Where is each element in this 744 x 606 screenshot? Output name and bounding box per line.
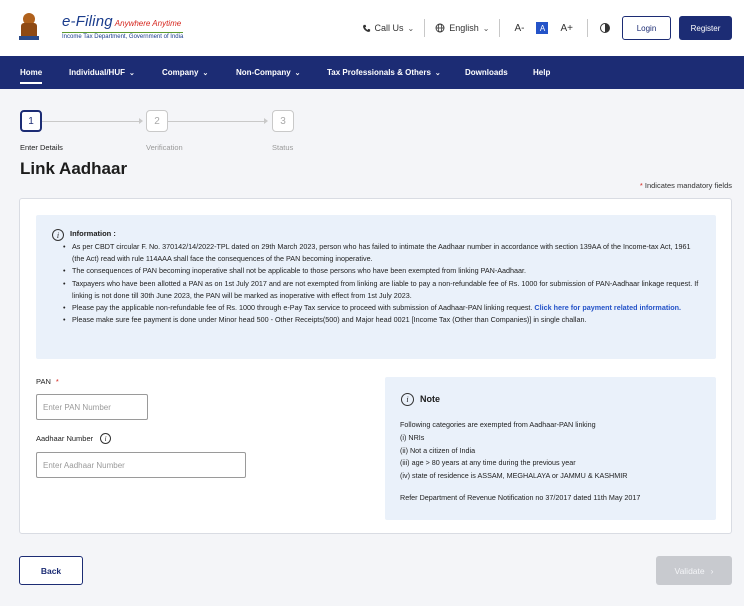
divider — [499, 19, 501, 37]
nav-company-label: Company — [162, 68, 199, 77]
note-body: Following categories are exempted from A… — [400, 419, 627, 483]
step-2-label: Verification — [146, 143, 183, 152]
logo-text: e-Filing Anywhere Anytime Income Tax Depa… — [62, 12, 184, 40]
payment-info-link[interactable]: Click here for payment related informati… — [534, 303, 681, 312]
nav-help-label: Help — [533, 68, 551, 77]
list-item: Please make sure fee payment is done und… — [63, 314, 704, 326]
divider — [587, 19, 588, 37]
aadhaar-label-text: Aadhaar Number — [36, 434, 94, 443]
information-list: As per CBDT circular F. No. 370142/14/20… — [63, 241, 704, 327]
list-item: (i) NRIs — [400, 432, 425, 442]
step-3-label: Status — [272, 143, 294, 152]
top-header: e-Filing Anywhere Anytime Income Tax Depa… — [0, 0, 744, 56]
font-default-button[interactable]: A — [536, 22, 549, 34]
note-title: Note — [420, 394, 440, 404]
pan-label-text: PAN — [36, 377, 51, 386]
step-arrow-icon — [139, 118, 143, 124]
list-item: As per CBDT circular F. No. 370142/14/20… — [63, 241, 704, 265]
nav-home-label: Home — [20, 68, 43, 77]
national-emblem-icon — [18, 11, 40, 41]
note-panel: i Note Following categories are exempted… — [385, 377, 716, 520]
logo-tagline: Anywhere Anytime — [114, 18, 182, 28]
language-label: English — [449, 23, 479, 33]
step-1-box: 1 — [20, 110, 42, 132]
chevron-down-icon: ⌄ — [434, 69, 441, 77]
chevron-right-icon: › — [710, 565, 714, 576]
nav-downloads-label: Downloads — [465, 68, 508, 77]
step-2-box: 2 — [146, 110, 168, 132]
link-aadhaar-form-card: i Information : As per CBDT circular F. … — [19, 198, 732, 534]
login-button[interactable]: Login — [622, 16, 671, 40]
list-item: Please pay the applicable non-refundable… — [63, 302, 704, 314]
nav-home[interactable]: Home — [20, 56, 43, 89]
pan-label: PAN * — [36, 377, 59, 386]
aadhaar-info-icon[interactable]: i — [100, 433, 112, 444]
chevron-down-icon: ⌄ — [294, 69, 301, 77]
step-connector — [42, 121, 140, 122]
info-icon: i — [52, 229, 64, 241]
logo-title: e-Filing — [62, 12, 113, 30]
nav-tax-professionals-label: Tax Professionals & Others — [327, 68, 431, 77]
nav-non-company-label: Non-Company — [236, 68, 291, 77]
step-3-box: 3 — [272, 110, 294, 132]
validate-button[interactable]: Validate › — [656, 556, 732, 585]
font-decrease-button[interactable]: A- — [508, 23, 530, 34]
list-item: (iii) age > 80 years at any time during … — [400, 458, 576, 468]
nav-company[interactable]: Company ⌄ — [162, 56, 208, 89]
mandatory-note-text: Indicates mandatory fields — [644, 181, 732, 190]
information-panel: i Information : As per CBDT circular F. … — [36, 215, 716, 359]
aadhaar-input[interactable] — [36, 452, 246, 478]
language-dropdown[interactable]: English ⌄ — [425, 23, 499, 33]
nav-individual-huf[interactable]: Individual/HUF ⌄ — [69, 56, 135, 89]
chevron-down-icon: ⌄ — [482, 23, 490, 33]
call-us-dropdown[interactable]: Call Us ⌄ — [352, 23, 425, 33]
list-item: The consequences of PAN becoming inopera… — [63, 265, 704, 277]
nav-individual-huf-label: Individual/HUF — [69, 68, 125, 77]
page-title: Link Aadhaar — [20, 159, 128, 178]
step-connector — [168, 121, 265, 122]
chevron-down-icon: ⌄ — [202, 69, 209, 77]
note-footer: Refer Department of Revenue Notification… — [400, 493, 641, 502]
mandatory-note: * Indicates mandatory fields — [640, 181, 732, 190]
note-intro: Following categories are exempted from A… — [400, 420, 596, 429]
contrast-icon[interactable] — [600, 23, 610, 33]
list-item-text: Please pay the applicable non-refundable… — [72, 303, 533, 313]
required-star: * — [55, 377, 59, 386]
aadhaar-label: Aadhaar Number i — [36, 433, 112, 444]
pan-input[interactable] — [36, 394, 148, 420]
chevron-down-icon: ⌄ — [407, 23, 415, 33]
list-item: Taxpayers who have been allotted a PAN a… — [63, 278, 704, 302]
logo-subtitle: Income Tax Department, Government of Ind… — [62, 31, 184, 40]
nav-help[interactable]: Help — [533, 56, 550, 89]
call-us-label: Call Us — [374, 23, 404, 33]
main-navigation: Home Individual/HUF ⌄ Company ⌄ Non-Compan… — [0, 56, 744, 89]
nav-downloads[interactable]: Downloads — [465, 56, 508, 89]
nav-non-company[interactable]: Non-Company ⌄ — [236, 56, 301, 89]
nav-tax-professionals[interactable]: Tax Professionals & Others ⌄ — [327, 56, 441, 89]
header-utilities: Call Us ⌄ English ⌄ A- A A+ Login Regist… — [352, 16, 732, 40]
list-item: (ii) Not a citizen of India — [400, 445, 476, 455]
font-increase-button[interactable]: A+ — [554, 23, 579, 34]
step-1-label: Enter Details — [20, 143, 63, 152]
required-star: * — [639, 181, 643, 190]
phone-icon — [362, 24, 370, 32]
info-icon: i — [401, 393, 414, 406]
validate-label: Validate — [674, 565, 705, 576]
globe-icon — [435, 23, 445, 33]
step-arrow-icon — [264, 118, 268, 124]
efiling-logo[interactable]: e-Filing Anywhere Anytime Income Tax Depa… — [18, 11, 184, 41]
register-button[interactable]: Register — [679, 16, 732, 40]
information-title: Information : — [70, 229, 116, 238]
active-indicator — [20, 82, 43, 84]
back-button[interactable]: Back — [19, 556, 83, 585]
list-item: (iv) state of residence is ASSAM, MEGHAL… — [400, 471, 628, 481]
chevron-down-icon: ⌄ — [129, 69, 135, 77]
